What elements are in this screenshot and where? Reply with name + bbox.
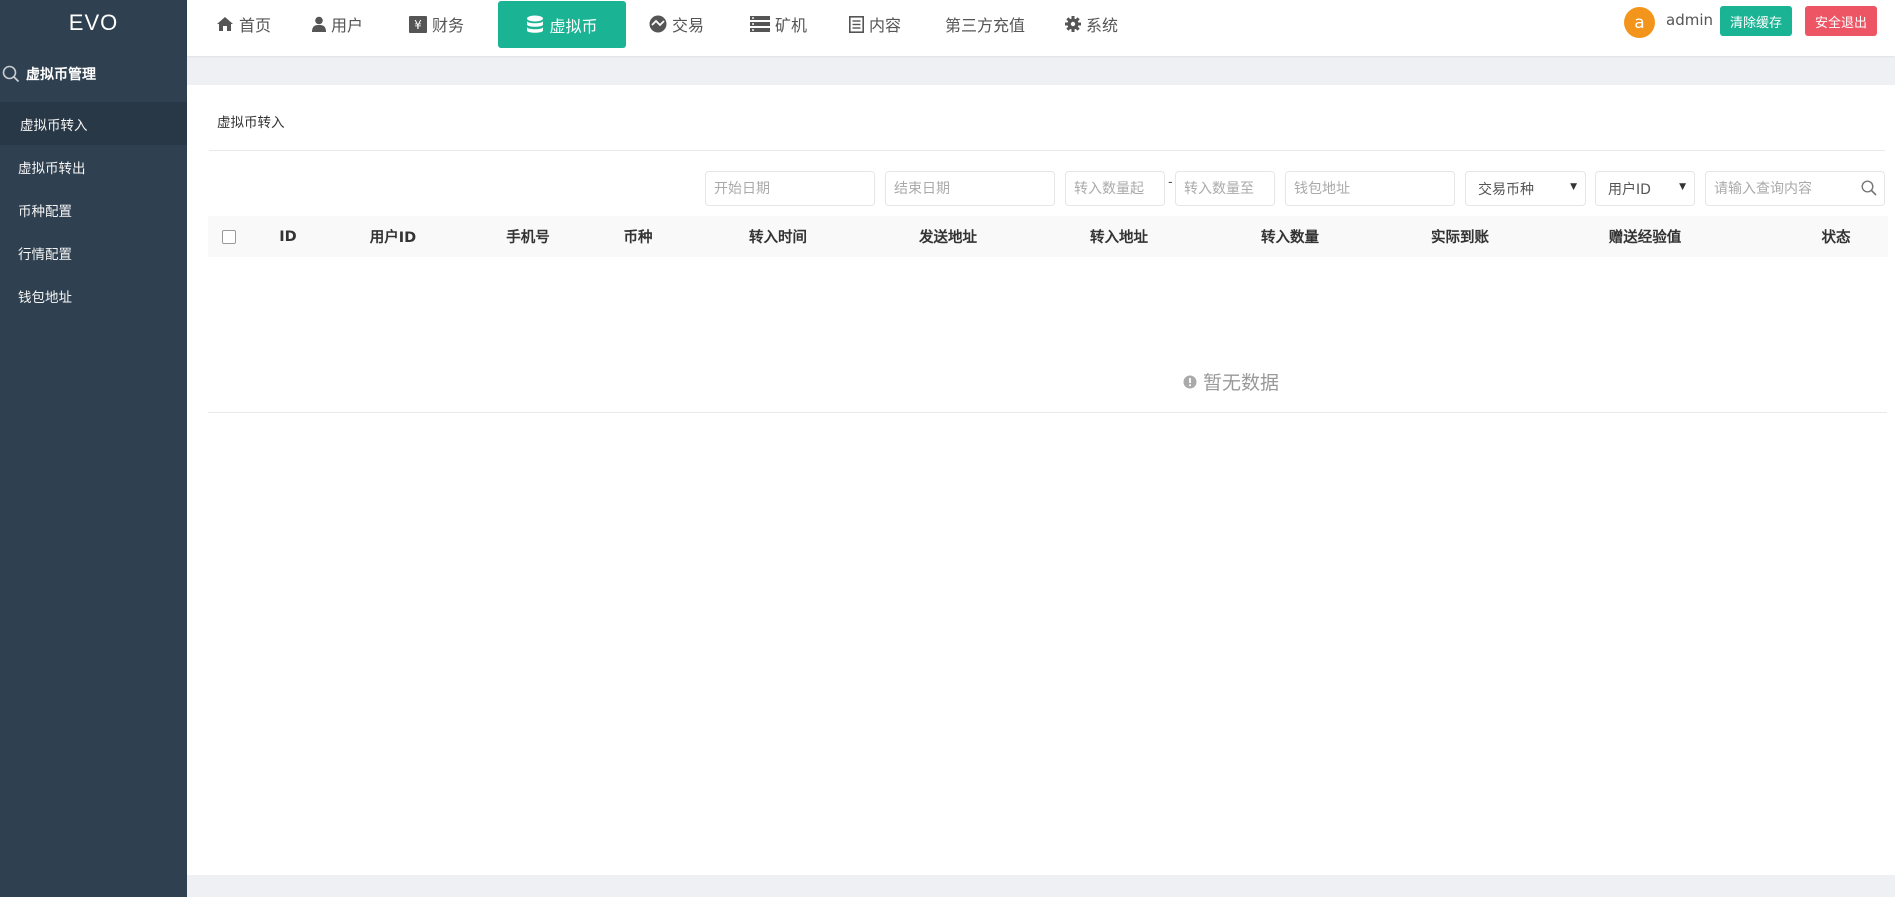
nav-label: 财务 <box>432 16 465 35</box>
column-header-sender-address[interactable]: 发送地址 <box>898 216 998 257</box>
sidebar-section-header[interactable]: 虚拟币管理 <box>0 46 187 102</box>
page-title: 虚拟币转入 <box>217 115 285 131</box>
nav-home[interactable]: 首页 <box>216 0 271 48</box>
nav-label: 第三方充值 <box>945 16 1026 35</box>
logout-button[interactable]: 安全退出 <box>1805 6 1877 36</box>
sidebar-item-label: 虚拟币转出 <box>18 160 86 177</box>
server-icon <box>750 16 770 32</box>
search-icon[interactable] <box>1861 180 1877 200</box>
search-input[interactable] <box>1705 171 1885 206</box>
info-icon <box>1183 375 1197 389</box>
select-all-checkbox[interactable] <box>222 230 236 244</box>
nav-third-party-recharge[interactable]: 第三方充值 <box>945 0 1025 48</box>
empty-state: 暂无数据 <box>1183 368 1279 395</box>
range-separator: - <box>1168 175 1173 190</box>
nav-trade[interactable]: 交易 <box>649 0 704 48</box>
sidebar: EVO 虚拟币管理 虚拟币转入 虚拟币转出 币种配置 行情配置 钱包地址 <box>0 0 187 897</box>
table-bottom-border <box>208 412 1887 413</box>
title-divider <box>209 150 1885 151</box>
yen-icon: ¥ <box>409 15 427 33</box>
sidebar-section-title: 虚拟币管理 <box>26 67 96 83</box>
coin-type-select[interactable]: 交易币种 ▼ <box>1465 171 1586 206</box>
home-icon <box>216 16 234 32</box>
sidebar-item-label: 币种配置 <box>18 203 72 220</box>
column-header-coin[interactable]: 币种 <box>608 216 668 257</box>
coin-type-select-value: 交易币种 <box>1478 181 1534 198</box>
sidebar-item-label: 虚拟币转入 <box>20 117 88 134</box>
user-name[interactable]: admin <box>1666 11 1713 29</box>
nav-miner[interactable]: 矿机 <box>750 0 807 48</box>
nav-label: 系统 <box>1086 16 1119 35</box>
sidebar-item-coin-withdraw[interactable]: 虚拟币转出 <box>0 145 187 188</box>
search-box <box>1705 171 1885 206</box>
search-icon <box>2 65 20 83</box>
clear-cache-button[interactable]: 清除缓存 <box>1720 6 1792 36</box>
document-icon <box>849 15 864 33</box>
nav-users[interactable]: 用户 <box>312 0 363 48</box>
nav-finance[interactable]: ¥ 财务 <box>409 0 464 48</box>
amount-from-input[interactable] <box>1065 171 1165 206</box>
sidebar-item-coin-deposit[interactable]: 虚拟币转入 <box>0 102 187 145</box>
column-header-bonus-exp[interactable]: 赠送经验值 <box>1580 216 1710 257</box>
empty-state-text: 暂无数据 <box>1203 372 1280 394</box>
wallet-address-input[interactable] <box>1285 171 1455 206</box>
column-header-status[interactable]: 状态 <box>1806 216 1866 257</box>
column-header-amount[interactable]: 转入数量 <box>1240 216 1340 257</box>
nav-label: 矿机 <box>775 16 808 35</box>
nav-system[interactable]: 系统 <box>1065 0 1118 48</box>
nav-label: 交易 <box>672 16 705 35</box>
search-field-select[interactable]: 用户ID ▼ <box>1595 171 1695 206</box>
column-header-deposit-time[interactable]: 转入时间 <box>728 216 828 257</box>
exchange-icon <box>649 15 667 33</box>
column-header-deposit-address[interactable]: 转入地址 <box>1069 216 1169 257</box>
sidebar-item-label: 行情配置 <box>18 246 72 263</box>
nav-virtual-coin[interactable]: 虚拟币 <box>498 1 626 48</box>
table-header: ID 用户ID 手机号 币种 转入时间 发送地址 转入地址 转入数量 实际到账 … <box>208 216 1888 257</box>
avatar[interactable]: a <box>1624 7 1655 38</box>
nav-label: 内容 <box>869 16 902 35</box>
content-panel: 虚拟币转入 - 交易币种 ▼ 用户ID ▼ ID 用户ID 手机号 币种 转入时… <box>187 85 1895 875</box>
search-field-select-value: 用户ID <box>1608 181 1651 198</box>
amount-to-input[interactable] <box>1175 171 1275 206</box>
sidebar-menu: 虚拟币转入 虚拟币转出 币种配置 行情配置 钱包地址 <box>0 102 187 317</box>
svg-text:¥: ¥ <box>414 18 422 32</box>
sidebar-item-wallet-address[interactable]: 钱包地址 <box>0 274 187 317</box>
start-date-input[interactable] <box>705 171 875 206</box>
user-icon <box>312 16 326 32</box>
nav-label: 虚拟币 <box>549 16 598 36</box>
column-header-phone[interactable]: 手机号 <box>488 216 568 257</box>
database-icon <box>526 15 544 34</box>
gear-icon <box>1065 16 1081 32</box>
sidebar-item-market-config[interactable]: 行情配置 <box>0 231 187 274</box>
sidebar-item-label: 钱包地址 <box>18 289 72 306</box>
caret-down-icon: ▼ <box>1679 182 1686 192</box>
nav-label: 首页 <box>239 16 272 35</box>
column-header-actual-received[interactable]: 实际到账 <box>1410 216 1510 257</box>
column-header-id[interactable]: ID <box>270 216 306 257</box>
nav-content[interactable]: 内容 <box>849 0 901 48</box>
column-header-user-id[interactable]: 用户ID <box>353 216 433 257</box>
end-date-input[interactable] <box>885 171 1055 206</box>
nav-label: 用户 <box>331 16 364 35</box>
sidebar-item-coin-config[interactable]: 币种配置 <box>0 188 187 231</box>
app-logo: EVO <box>68 10 119 35</box>
caret-down-icon: ▼ <box>1570 182 1577 192</box>
